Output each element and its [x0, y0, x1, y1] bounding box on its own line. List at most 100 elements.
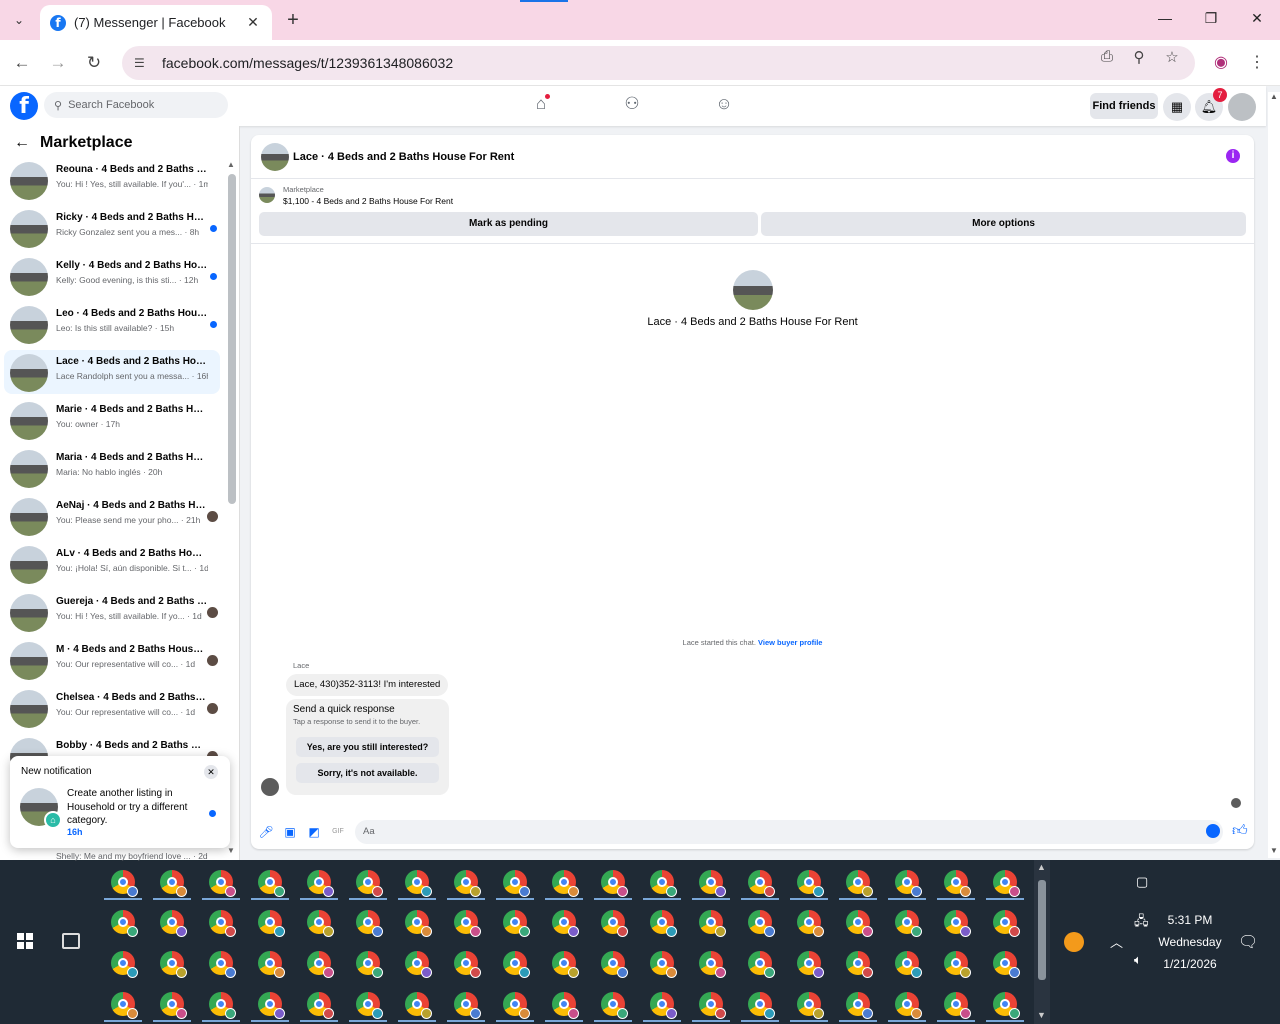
chrome-profile-taskbar-icon[interactable] [650, 870, 677, 897]
network-icon[interactable]: 🖧︎ [1134, 912, 1149, 934]
microphone-icon[interactable]: 🎤︎ [258, 824, 274, 840]
chrome-profile-taskbar-icon[interactable] [258, 951, 285, 978]
chrome-profile-taskbar-icon[interactable] [454, 870, 481, 897]
chrome-profile-taskbar-icon[interactable] [160, 910, 187, 937]
site-info-icon[interactable]: ☰ [134, 56, 152, 70]
chrome-profile-taskbar-icon[interactable] [356, 870, 383, 897]
chrome-profile-taskbar-icon[interactable] [405, 910, 432, 937]
view-buyer-profile-link[interactable]: View buyer profile [758, 638, 822, 647]
chrome-profile-taskbar-icon[interactable] [748, 870, 775, 897]
friends-icon[interactable]: ⚇ [617, 94, 647, 118]
chrome-profile-taskbar-icon[interactable] [405, 951, 432, 978]
chrome-profile-taskbar-icon[interactable] [258, 992, 285, 1019]
chrome-profile-taskbar-icon[interactable] [699, 910, 726, 937]
install-app-icon[interactable]: ⎙ [1096, 48, 1118, 65]
chrome-profile-taskbar-icon[interactable] [650, 910, 677, 937]
chrome-profile-taskbar-icon[interactable] [209, 951, 236, 978]
chrome-profile-taskbar-icon[interactable] [307, 870, 334, 897]
chrome-profile-taskbar-icon[interactable] [895, 951, 922, 978]
chrome-profile-taskbar-icon[interactable] [895, 992, 922, 1019]
page-scroll-up-icon[interactable]: ▲ [1270, 92, 1278, 101]
chrome-profile-taskbar-icon[interactable] [699, 992, 726, 1019]
notification-center-icon[interactable]: 🗨︎ [1238, 932, 1258, 952]
conversation-item[interactable]: Lace · 4 Beds and 2 Baths House For Rent… [4, 350, 220, 394]
scroll-up-icon[interactable]: ▲ [227, 160, 235, 169]
conversation-item[interactable]: Ricky · 4 Beds and 2 Baths House For Ren… [4, 206, 220, 250]
chrome-profile-taskbar-icon[interactable] [601, 870, 628, 897]
chrome-profile-taskbar-icon[interactable] [209, 910, 236, 937]
quick-reply-not-available-button[interactable]: Sorry, it's not available. [296, 763, 439, 783]
emoji-icon[interactable] [1206, 824, 1220, 838]
conversation-item[interactable]: Marie · 4 Beds and 2 Baths House For Ren… [4, 398, 220, 442]
chrome-profile-taskbar-icon[interactable] [846, 992, 873, 1019]
chrome-profile-taskbar-icon[interactable] [454, 951, 481, 978]
scroll-down-icon[interactable]: ▼ [227, 846, 235, 855]
chrome-profile-taskbar-icon[interactable] [552, 992, 579, 1019]
taskbar-scroll-up-icon[interactable]: ▲ [1037, 862, 1046, 872]
chrome-profile-taskbar-icon[interactable] [650, 992, 677, 1019]
chrome-profile-taskbar-icon[interactable] [307, 910, 334, 937]
chrome-profile-taskbar-icon[interactable] [405, 870, 432, 897]
tray-time[interactable]: 5:31 PM [1152, 913, 1228, 927]
volume-icon[interactable]: 🔈︎ [1134, 952, 1142, 968]
chrome-profile-taskbar-icon[interactable] [111, 992, 138, 1019]
chrome-profile-taskbar-icon[interactable] [356, 910, 383, 937]
conversation-item[interactable]: AeNaj · 4 Beds and 2 Baths House For Ren… [4, 494, 220, 538]
info-icon[interactable]: i [1226, 149, 1240, 163]
browser-tab[interactable]: f (7) Messenger | Facebook ✕ [40, 5, 272, 40]
close-window-icon[interactable]: ✕ [1234, 10, 1280, 27]
chrome-profile-taskbar-icon[interactable] [601, 951, 628, 978]
chrome-profile-taskbar-icon[interactable] [944, 951, 971, 978]
tab-search-icon[interactable]: ⌄ [6, 8, 32, 32]
chrome-profile-taskbar-icon[interactable] [895, 910, 922, 937]
home-icon[interactable]: ⌂ [526, 94, 556, 118]
chrome-profile-taskbar-icon[interactable] [846, 951, 873, 978]
chat-avatar[interactable] [261, 143, 289, 171]
tray-app-icon[interactable] [1064, 932, 1084, 952]
facebook-search-input[interactable]: ⚲ Search Facebook [44, 92, 228, 118]
restore-icon[interactable]: ❐ [1188, 10, 1234, 27]
chrome-profile-taskbar-icon[interactable] [405, 992, 432, 1019]
notification-popup[interactable]: New notification ✕ ⌂ Create another list… [10, 756, 230, 848]
chrome-profile-taskbar-icon[interactable] [552, 951, 579, 978]
minimize-icon[interactable]: — [1142, 10, 1188, 26]
chrome-profile-taskbar-icon[interactable] [552, 910, 579, 937]
show-hidden-icons-icon[interactable]: ︿ [1110, 932, 1123, 951]
conversation-item[interactable]: Kelly · 4 Beds and 2 Baths House For Ren… [4, 254, 220, 298]
chrome-profile-taskbar-icon[interactable] [699, 870, 726, 897]
listing-thumbnail[interactable] [259, 187, 275, 203]
chrome-profile-taskbar-icon[interactable] [993, 910, 1020, 937]
close-tab-icon[interactable]: ✕ [244, 14, 262, 31]
find-friends-button[interactable]: Find friends [1090, 93, 1158, 119]
task-view-icon[interactable] [62, 933, 80, 949]
chrome-profile-taskbar-icon[interactable] [503, 870, 530, 897]
tray-date[interactable]: 1/21/2026 [1152, 957, 1228, 971]
chrome-profile-taskbar-icon[interactable] [797, 910, 824, 937]
conversation-item[interactable]: Leo · 4 Beds and 2 Baths House For Rent L… [4, 302, 220, 346]
chrome-profile-taskbar-icon[interactable] [454, 910, 481, 937]
chrome-profile-taskbar-icon[interactable] [797, 992, 824, 1019]
chrome-profile-taskbar-icon[interactable] [699, 951, 726, 978]
chrome-profile-taskbar-icon[interactable] [601, 992, 628, 1019]
conversation-item[interactable]: Maria · 4 Beds and 2 Baths House For Ren… [4, 446, 220, 490]
forward-icon[interactable]: → [46, 52, 70, 74]
chrome-profile-taskbar-icon[interactable] [797, 951, 824, 978]
chrome-profile-taskbar-icon[interactable] [748, 992, 775, 1019]
chrome-profile-taskbar-icon[interactable] [307, 992, 334, 1019]
conversation-item[interactable]: Chelsea · 4 Beds and 2 Baths House For R… [4, 686, 220, 730]
chrome-profile-taskbar-icon[interactable] [258, 870, 285, 897]
chrome-profile-taskbar-icon[interactable] [846, 910, 873, 937]
meet-now-icon[interactable]: ▢ [1136, 874, 1148, 890]
chrome-profile-taskbar-icon[interactable] [797, 870, 824, 897]
chrome-profile-taskbar-icon[interactable] [160, 870, 187, 897]
chrome-profile-taskbar-icon[interactable] [111, 870, 138, 897]
conversation-item[interactable]: M · 4 Beds and 2 Baths House For Rent You… [4, 638, 220, 682]
reload-icon[interactable]: ↻ [82, 52, 106, 74]
chrome-profile-taskbar-icon[interactable] [258, 910, 285, 937]
chrome-profile-taskbar-icon[interactable] [356, 992, 383, 1019]
chrome-profile-taskbar-icon[interactable] [944, 910, 971, 937]
sticker-icon[interactable]: ◩ [306, 824, 322, 840]
chrome-profile-taskbar-icon[interactable] [944, 992, 971, 1019]
chrome-profile-taskbar-icon[interactable] [503, 910, 530, 937]
listing-price-title[interactable]: $1,100 - 4 Beds and 2 Baths House For Re… [283, 196, 453, 206]
